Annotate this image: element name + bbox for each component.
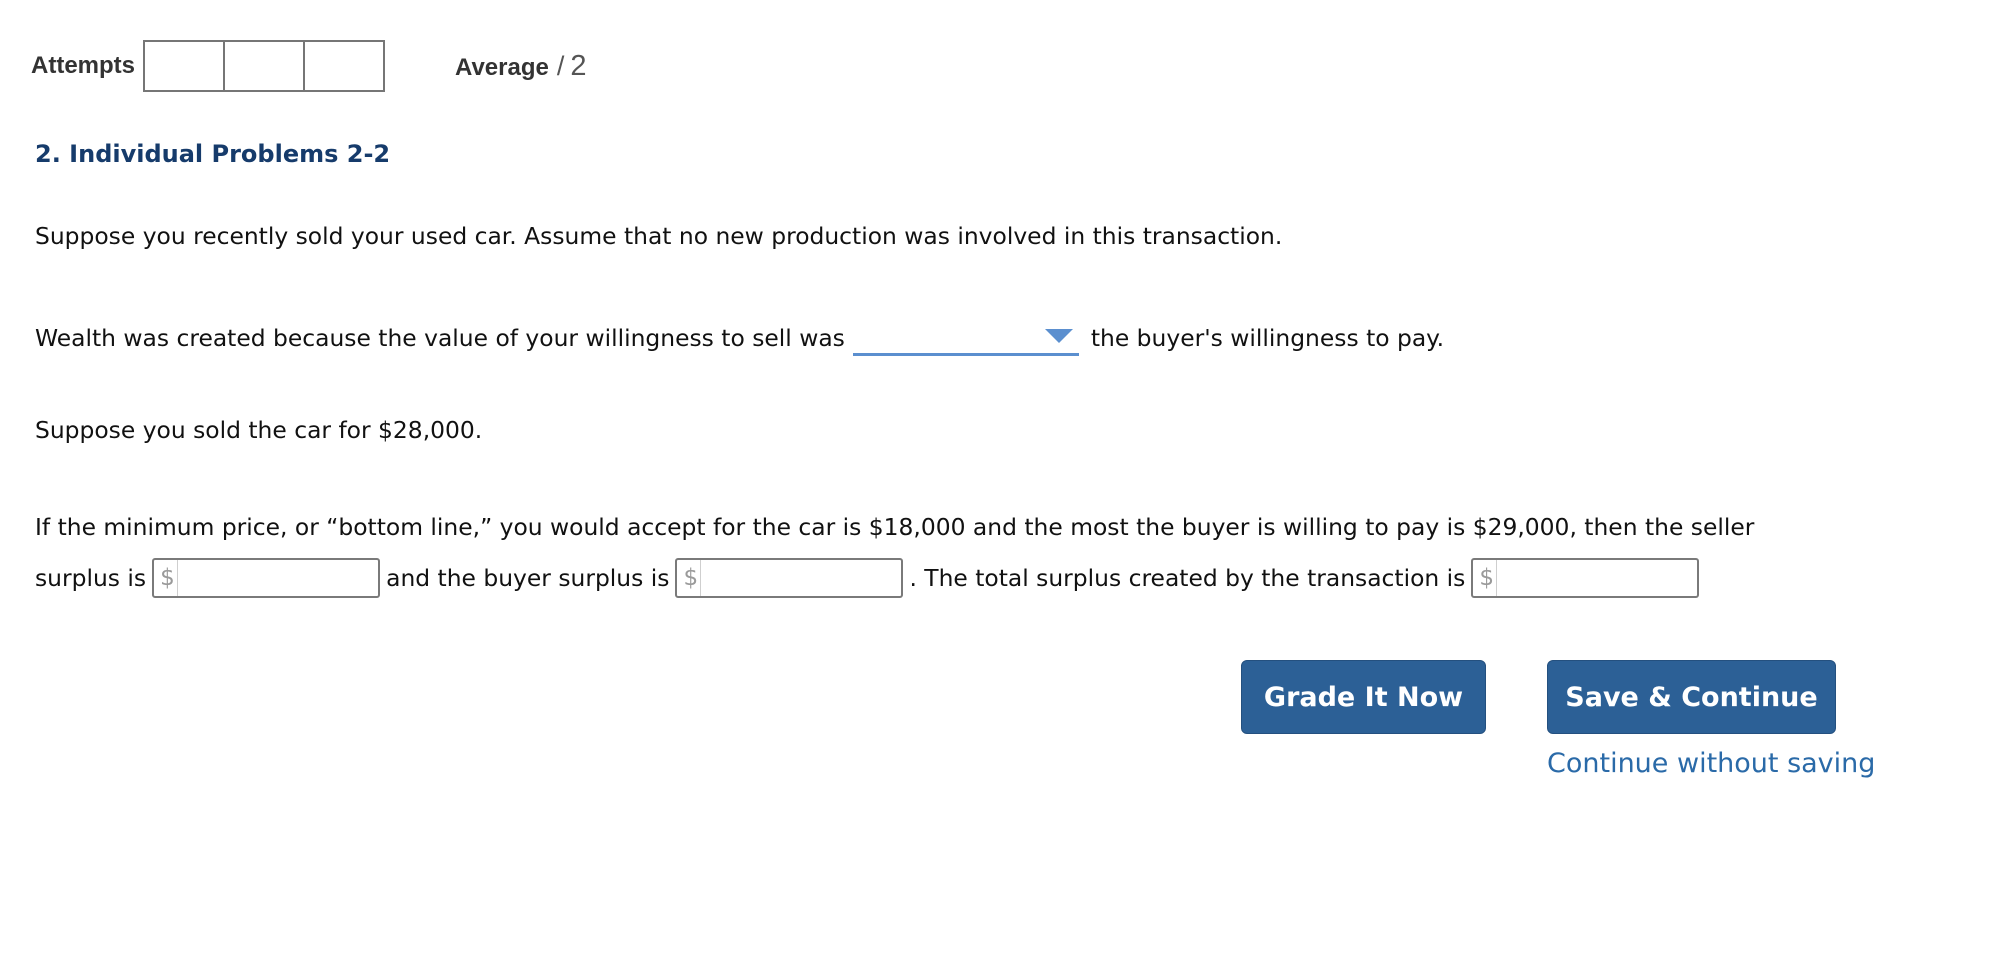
attempt-boxes <box>143 40 386 92</box>
seller-surplus-field[interactable]: $ <box>152 558 381 598</box>
continue-without-saving-link[interactable]: Continue without saving <box>1547 748 1875 779</box>
attempts-label: Attempts <box>31 52 136 79</box>
average-score: Average / 2 <box>455 50 587 83</box>
attempts-row: Attempts Average / 2 <box>31 40 587 92</box>
sold-price-text: Suppose you sold the car for $28,000. <box>35 416 483 444</box>
wealth-sentence: Wealth was created because the value of … <box>35 318 1444 358</box>
wealth-text-before: Wealth was created because the value of … <box>35 324 845 352</box>
grade-it-now-button[interactable]: Grade It Now <box>1241 660 1486 734</box>
save-and-continue-button[interactable]: Save & Continue <box>1547 660 1836 734</box>
surplus-prefix-text: surplus is <box>35 564 147 592</box>
total-surplus-input[interactable] <box>1496 560 1698 596</box>
attempt-box <box>223 40 306 92</box>
average-label: Average <box>455 53 549 81</box>
willingness-dropdown[interactable] <box>852 321 1079 356</box>
seller-surplus-input[interactable] <box>177 560 379 596</box>
wealth-text-after: the buyer's willingness to pay. <box>1090 324 1445 352</box>
surplus-question-line2: surplus is $ and the buyer surplus is $ … <box>35 556 1705 600</box>
dollar-sign: $ <box>1473 560 1497 596</box>
total-surplus-field[interactable]: $ <box>1471 558 1700 598</box>
buyer-surplus-text: and the buyer surplus is <box>386 564 670 592</box>
question-intro: Suppose you recently sold your used car.… <box>35 222 1283 250</box>
assignment-page: Attempts Average / 2 2. Individual Probl… <box>0 0 1994 978</box>
average-total: 2 <box>570 49 587 82</box>
average-separator: / <box>556 50 565 81</box>
total-surplus-text: . The total surplus created by the trans… <box>909 564 1466 592</box>
buyer-surplus-input[interactable] <box>701 560 902 596</box>
chevron-down-icon <box>1044 328 1073 343</box>
attempt-box <box>143 40 226 92</box>
surplus-question-line1: If the minimum price, or “bottom line,” … <box>35 513 1755 541</box>
buyer-surplus-field[interactable]: $ <box>675 558 904 598</box>
attempt-box <box>303 40 386 92</box>
question-title: 2. Individual Problems 2-2 <box>35 140 391 168</box>
dollar-sign: $ <box>677 560 702 596</box>
dollar-sign: $ <box>154 560 178 596</box>
